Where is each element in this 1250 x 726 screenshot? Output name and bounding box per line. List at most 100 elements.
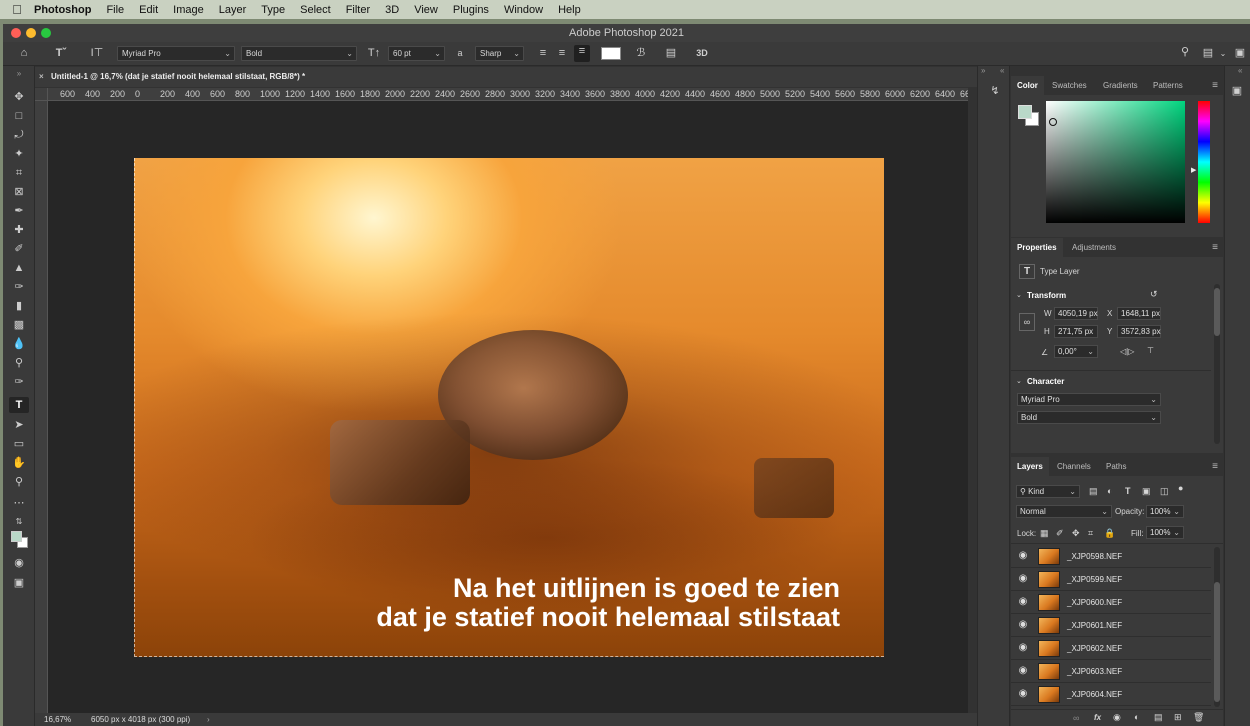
align-right-icon[interactable]: ≡ bbox=[574, 45, 590, 62]
character-collapse-icon[interactable]: ⌄ bbox=[1016, 377, 1022, 385]
quick-select-tool-icon[interactable]: ✦ bbox=[9, 146, 29, 162]
zoom-level[interactable]: 16,67% bbox=[44, 713, 71, 726]
filter-shape-icon[interactable]: ▣ bbox=[1142, 486, 1151, 497]
antialias-select[interactable]: Sharp ⌄ bbox=[475, 46, 524, 61]
delete-layer-icon[interactable]: 🗑 bbox=[1193, 712, 1204, 723]
lock-position-icon[interactable]: ✥ bbox=[1072, 528, 1080, 539]
y-field[interactable]: 3572,83 px bbox=[1117, 325, 1161, 338]
expand-tools-icon[interactable]: » bbox=[9, 66, 29, 82]
tab-properties[interactable]: Properties bbox=[1011, 238, 1063, 257]
tab-patterns[interactable]: Patterns bbox=[1147, 76, 1189, 95]
tab-channels[interactable]: Channels bbox=[1051, 457, 1097, 476]
marquee-tool-icon[interactable]: □ bbox=[9, 108, 29, 124]
foreground-color-swatch[interactable] bbox=[11, 531, 22, 542]
visibility-eye-icon[interactable]: ◉ bbox=[1017, 641, 1029, 655]
zoom-tool-icon[interactable]: ⚲ bbox=[9, 474, 29, 490]
layer-name[interactable]: _XJP0600.NEF bbox=[1067, 591, 1122, 614]
layer-name[interactable]: _XJP0602.NEF bbox=[1067, 637, 1122, 660]
properties-scrollbar-thumb[interactable] bbox=[1214, 288, 1220, 336]
character-panel-icon[interactable]: ▤ bbox=[663, 47, 679, 60]
dodge-tool-icon[interactable]: ⚲ bbox=[9, 355, 29, 371]
width-field[interactable]: 4050,19 px bbox=[1054, 307, 1098, 320]
layer-row[interactable]: ◉ _XJP0604.NEF bbox=[1011, 683, 1211, 706]
layer-name[interactable]: _XJP0601.NEF bbox=[1067, 614, 1122, 637]
close-tab-icon[interactable]: × bbox=[39, 69, 44, 85]
layer-name[interactable]: _XJP0599.NEF bbox=[1067, 568, 1122, 591]
text-color-swatch[interactable] bbox=[601, 47, 621, 60]
menu-plugins[interactable]: Plugins bbox=[453, 4, 489, 16]
brush-tool-icon[interactable]: ✐ bbox=[9, 241, 29, 257]
transform-collapse-icon[interactable]: ⌄ bbox=[1016, 291, 1022, 299]
layers-menu-icon[interactable]: ≡ bbox=[1212, 457, 1218, 476]
visibility-eye-icon[interactable]: ◉ bbox=[1017, 549, 1029, 563]
adjustment-layer-icon[interactable]: ◐ bbox=[1134, 712, 1139, 722]
swap-colors-icon[interactable]: ⇅ bbox=[9, 514, 29, 530]
layer-filter-kind[interactable]: ⚲ Kind ⌄ bbox=[1016, 485, 1080, 498]
tab-gradients[interactable]: Gradients bbox=[1097, 76, 1144, 95]
expand-right-icon[interactable]: « bbox=[1238, 66, 1242, 75]
move-tool-icon[interactable]: ✥ bbox=[9, 89, 29, 105]
3d-button[interactable]: 3D bbox=[693, 47, 711, 60]
menu-3d[interactable]: 3D bbox=[385, 4, 399, 16]
color-field[interactable] bbox=[1046, 101, 1185, 223]
toggle-text-orientation-icon[interactable]: I⊤ bbox=[88, 47, 106, 60]
lock-artboard-icon[interactable]: ⌗ bbox=[1088, 528, 1093, 539]
color-fg-swatch[interactable] bbox=[1018, 105, 1032, 119]
reset-transform-icon[interactable]: ↺ bbox=[1150, 289, 1158, 300]
filter-type-icon[interactable]: T bbox=[1125, 486, 1131, 496]
lock-all-icon[interactable]: 🔒 bbox=[1104, 528, 1115, 539]
menu-app-name[interactable]: Photoshop bbox=[34, 4, 91, 16]
type-tool-preset-icon[interactable]: Tˇ bbox=[50, 47, 72, 60]
visibility-eye-icon[interactable]: ◉ bbox=[1017, 572, 1029, 586]
collapse-right-icon[interactable]: « bbox=[1000, 66, 1004, 75]
flip-horizontal-icon[interactable]: ◁|▷ bbox=[1120, 347, 1134, 356]
path-selection-tool-icon[interactable]: ➤ bbox=[9, 417, 29, 433]
layer-row[interactable]: ◉ _XJP0599.NEF bbox=[1011, 568, 1211, 591]
filter-adjustment-icon[interactable]: ◐ bbox=[1107, 486, 1112, 496]
hand-tool-icon[interactable]: ✋ bbox=[9, 455, 29, 471]
apple-icon[interactable]:  bbox=[0, 2, 34, 17]
character-font-select[interactable]: Myriad Pro ⌄ bbox=[1017, 393, 1161, 406]
frame-tool-icon[interactable]: ⊠ bbox=[9, 184, 29, 200]
new-group-icon[interactable]: ▤ bbox=[1154, 712, 1163, 723]
filter-pixel-icon[interactable]: ▤ bbox=[1089, 486, 1098, 497]
blur-tool-icon[interactable]: 💧 bbox=[9, 336, 29, 352]
warp-text-icon[interactable]: ℬ bbox=[633, 47, 649, 60]
fx-button[interactable]: fx bbox=[1094, 713, 1101, 722]
quick-mask-icon[interactable]: ◉ bbox=[9, 555, 29, 571]
link-layers-icon[interactable]: ∞ bbox=[1073, 713, 1079, 723]
character-style-select[interactable]: Bold ⌄ bbox=[1017, 411, 1161, 424]
menu-filter[interactable]: Filter bbox=[346, 4, 370, 16]
menu-type[interactable]: Type bbox=[261, 4, 285, 16]
hue-slider[interactable] bbox=[1198, 101, 1210, 223]
tab-swatches[interactable]: Swatches bbox=[1046, 76, 1093, 95]
caption-line-2[interactable]: dat je statief nooit helemaal stilstaat bbox=[134, 602, 840, 632]
new-layer-icon[interactable]: ⊞ bbox=[1174, 712, 1182, 723]
filter-toggle-icon[interactable]: ● bbox=[1178, 483, 1183, 493]
status-chevron-icon[interactable]: › bbox=[207, 713, 210, 726]
layer-row[interactable]: ◉ _XJP0598.NEF bbox=[1011, 545, 1211, 568]
pen-tool-icon[interactable]: ✑ bbox=[9, 374, 29, 390]
layer-row[interactable]: ◉ _XJP0602.NEF bbox=[1011, 637, 1211, 660]
font-style-select[interactable]: Bold ⌄ bbox=[241, 46, 357, 61]
menu-image[interactable]: Image bbox=[173, 4, 204, 16]
search-icon[interactable]: ⚲ bbox=[1177, 46, 1193, 59]
history-panel-icon[interactable]: ↯ bbox=[988, 85, 1002, 98]
character-header[interactable]: Character bbox=[1027, 377, 1064, 386]
layer-row[interactable]: ◉ _XJP0603.NEF bbox=[1011, 660, 1211, 683]
libraries-panel-icon[interactable]: ▣ bbox=[1230, 85, 1244, 98]
healing-brush-tool-icon[interactable]: ✚ bbox=[9, 222, 29, 238]
visibility-eye-icon[interactable]: ◉ bbox=[1017, 664, 1029, 678]
document-tab[interactable]: × Untitled-1 @ 16,7% (dat je statief noo… bbox=[37, 69, 305, 85]
visibility-eye-icon[interactable]: ◉ bbox=[1017, 595, 1029, 609]
menu-view[interactable]: View bbox=[414, 4, 438, 16]
caption-line-1[interactable]: Na het uitlijnen is goed te zien bbox=[134, 573, 840, 603]
tab-color[interactable]: Color bbox=[1011, 76, 1044, 95]
menu-window[interactable]: Window bbox=[504, 4, 543, 16]
zoom-window-button[interactable] bbox=[41, 28, 51, 38]
font-size-select[interactable]: 60 pt ⌄ bbox=[388, 46, 445, 61]
home-icon[interactable]: ⌂ bbox=[16, 47, 32, 60]
x-field[interactable]: 1648,11 px bbox=[1117, 307, 1161, 320]
lock-image-icon[interactable]: ✐ bbox=[1056, 528, 1064, 539]
gradient-tool-icon[interactable]: ▩ bbox=[9, 317, 29, 333]
